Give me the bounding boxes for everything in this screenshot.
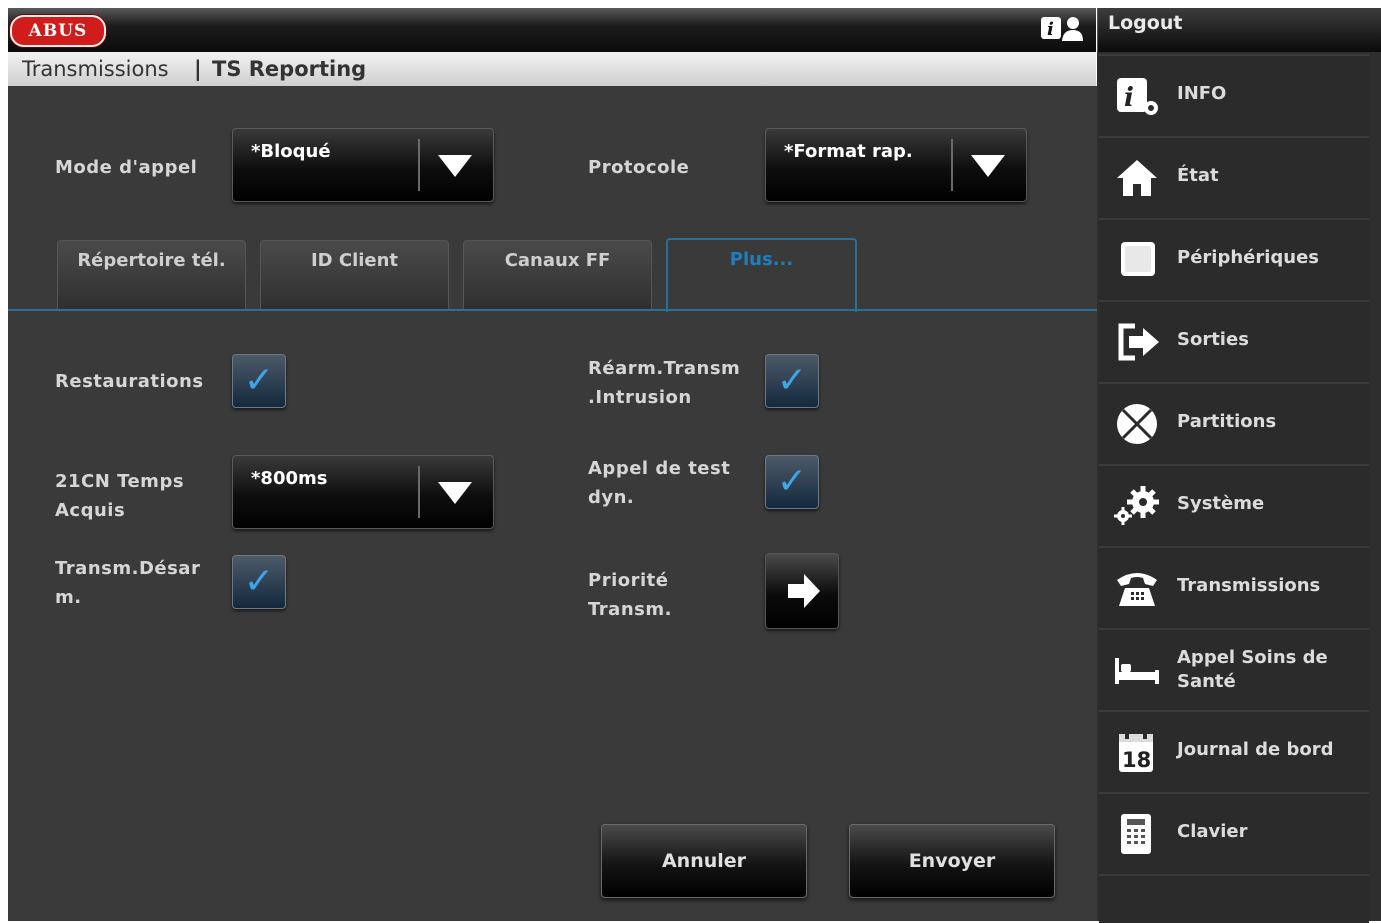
sidebar-item-journal[interactable]: 18 Journal de bord: [1099, 710, 1369, 793]
temps-acquis-label: 21CN Temps Acquis: [55, 467, 184, 525]
sidebar-item-label: Partitions: [1177, 411, 1277, 432]
sidebar-item-label: INFO: [1177, 83, 1227, 104]
protocol-value: *Format rap.: [784, 141, 913, 162]
sidebar-item-systeme[interactable]: Système: [1099, 464, 1369, 547]
sidebar-item-label: Périphériques: [1177, 247, 1320, 268]
cancel-button[interactable]: Annuler: [601, 824, 807, 898]
call-mode-label: Mode d'appel: [55, 157, 198, 178]
rearm-label-line1: Réarm.Transm: [588, 358, 741, 379]
tab-canaux-ff[interactable]: Canaux FF: [463, 240, 652, 311]
sidebar-item-label: Journal de bord: [1177, 739, 1334, 760]
square-device-icon: [1113, 238, 1161, 282]
tab-underline: [8, 309, 1097, 311]
disarm-label-line1: Transm.Désar: [55, 558, 201, 579]
rearm-checkbox[interactable]: ✓: [765, 354, 819, 408]
sidebar-item-label-line1: Appel Soins de: [1177, 647, 1328, 668]
test-call-label: Appel de test dyn.: [588, 454, 730, 512]
bed-icon: [1113, 648, 1161, 692]
pie-partition-icon: [1113, 402, 1161, 446]
breadcrumb: Transmissions | TS Reporting: [8, 52, 1096, 87]
protocol-label: Protocole: [588, 157, 690, 178]
sidebar-item-label-line2: Santé: [1177, 671, 1236, 692]
sidebar-item-etat[interactable]: État: [1099, 136, 1369, 219]
gears-icon: [1113, 484, 1161, 528]
help-user-icon[interactable]: i: [1040, 14, 1084, 42]
calendar-icon: 18: [1113, 730, 1161, 774]
chevron-down-icon: [438, 155, 472, 177]
sidebar-item-label: Appel Soins de Santé: [1177, 646, 1328, 694]
checkmark-icon: ✓: [243, 561, 275, 602]
sidebar-item-partitions[interactable]: Partitions: [1099, 382, 1369, 465]
sidebar-item-label: Transmissions: [1177, 575, 1321, 596]
checkmark-icon: ✓: [776, 360, 808, 401]
svg-text:i: i: [1124, 83, 1134, 113]
sidebar-item-sorties[interactable]: Sorties: [1099, 300, 1369, 383]
tab-id-client[interactable]: ID Client: [260, 240, 449, 311]
sidebar-item-info[interactable]: i INFO: [1099, 54, 1369, 137]
page-title: TS Reporting: [212, 57, 367, 81]
temps-acquis-label-line1: 21CN Temps: [55, 471, 185, 492]
checkmark-icon: ✓: [243, 360, 275, 401]
top-bar: [8, 8, 1096, 52]
call-mode-value: *Bloqué: [251, 141, 331, 162]
sidebar-item-label: État: [1177, 165, 1219, 186]
arrow-right-icon: [788, 574, 820, 608]
temps-acquis-dropdown[interactable]: *800ms: [232, 455, 494, 529]
home-icon: [1113, 156, 1161, 200]
abus-logo: ABUS: [10, 15, 106, 47]
dropdown-divider: [418, 139, 420, 191]
restaurations-checkbox[interactable]: ✓: [232, 354, 286, 408]
disarm-label: Transm.Désar m.: [55, 554, 200, 612]
call-mode-dropdown[interactable]: *Bloqué: [232, 128, 494, 202]
sidebar-item-transmissions[interactable]: Transmissions: [1099, 546, 1369, 629]
disarm-label-line2: m.: [55, 587, 82, 608]
chevron-down-icon: [438, 482, 472, 504]
rearm-label: Réarm.Transm .Intrusion: [588, 354, 740, 412]
protocol-dropdown[interactable]: *Format rap.: [765, 128, 1027, 202]
temps-acquis-label-line2: Acquis: [55, 500, 126, 521]
tab-repertoire[interactable]: Répertoire tél.: [57, 240, 246, 311]
checkmark-icon: ✓: [776, 461, 808, 502]
breadcrumb-parent[interactable]: Transmissions: [22, 52, 169, 86]
rearm-label-line2: .Intrusion: [588, 387, 692, 408]
sidebar-item-label: Sorties: [1177, 329, 1249, 350]
sidebar-item-peripheriques[interactable]: Périphériques: [1099, 218, 1369, 301]
sidebar-item-appel-soins[interactable]: Appel Soins de Santé: [1099, 628, 1369, 711]
tab-plus[interactable]: Plus...: [666, 238, 857, 312]
exit-arrow-icon: [1113, 320, 1161, 364]
test-call-label-line1: Appel de test: [588, 458, 731, 479]
priority-label-line2: Transm.: [588, 599, 672, 620]
disarm-checkbox[interactable]: ✓: [232, 555, 286, 609]
test-call-checkbox[interactable]: ✓: [765, 455, 819, 509]
calendar-day: 18: [1122, 748, 1151, 772]
info-gear-icon: i: [1113, 74, 1161, 118]
breadcrumb-separator: |: [194, 57, 202, 81]
priority-label: Priorité Transm.: [588, 566, 672, 624]
keypad-icon: [1113, 812, 1161, 856]
priority-label-line1: Priorité: [588, 570, 669, 591]
logout-link[interactable]: Logout: [1108, 12, 1182, 34]
send-button[interactable]: Envoyer: [849, 824, 1055, 898]
dropdown-divider: [418, 466, 420, 518]
sidebar-footer: [1099, 874, 1369, 923]
telephone-icon: [1113, 566, 1161, 610]
sidebar-item-clavier[interactable]: Clavier: [1099, 792, 1369, 875]
test-call-label-line2: dyn.: [588, 487, 635, 508]
dropdown-divider: [951, 139, 953, 191]
restaurations-label: Restaurations: [55, 371, 204, 392]
sidebar-item-label: Système: [1177, 493, 1265, 514]
temps-acquis-value: *800ms: [251, 468, 328, 489]
chevron-down-icon: [971, 155, 1005, 177]
svg-text:i: i: [1047, 19, 1054, 40]
sidebar-item-label: Clavier: [1177, 821, 1248, 842]
priority-arrow-button[interactable]: [765, 553, 839, 629]
